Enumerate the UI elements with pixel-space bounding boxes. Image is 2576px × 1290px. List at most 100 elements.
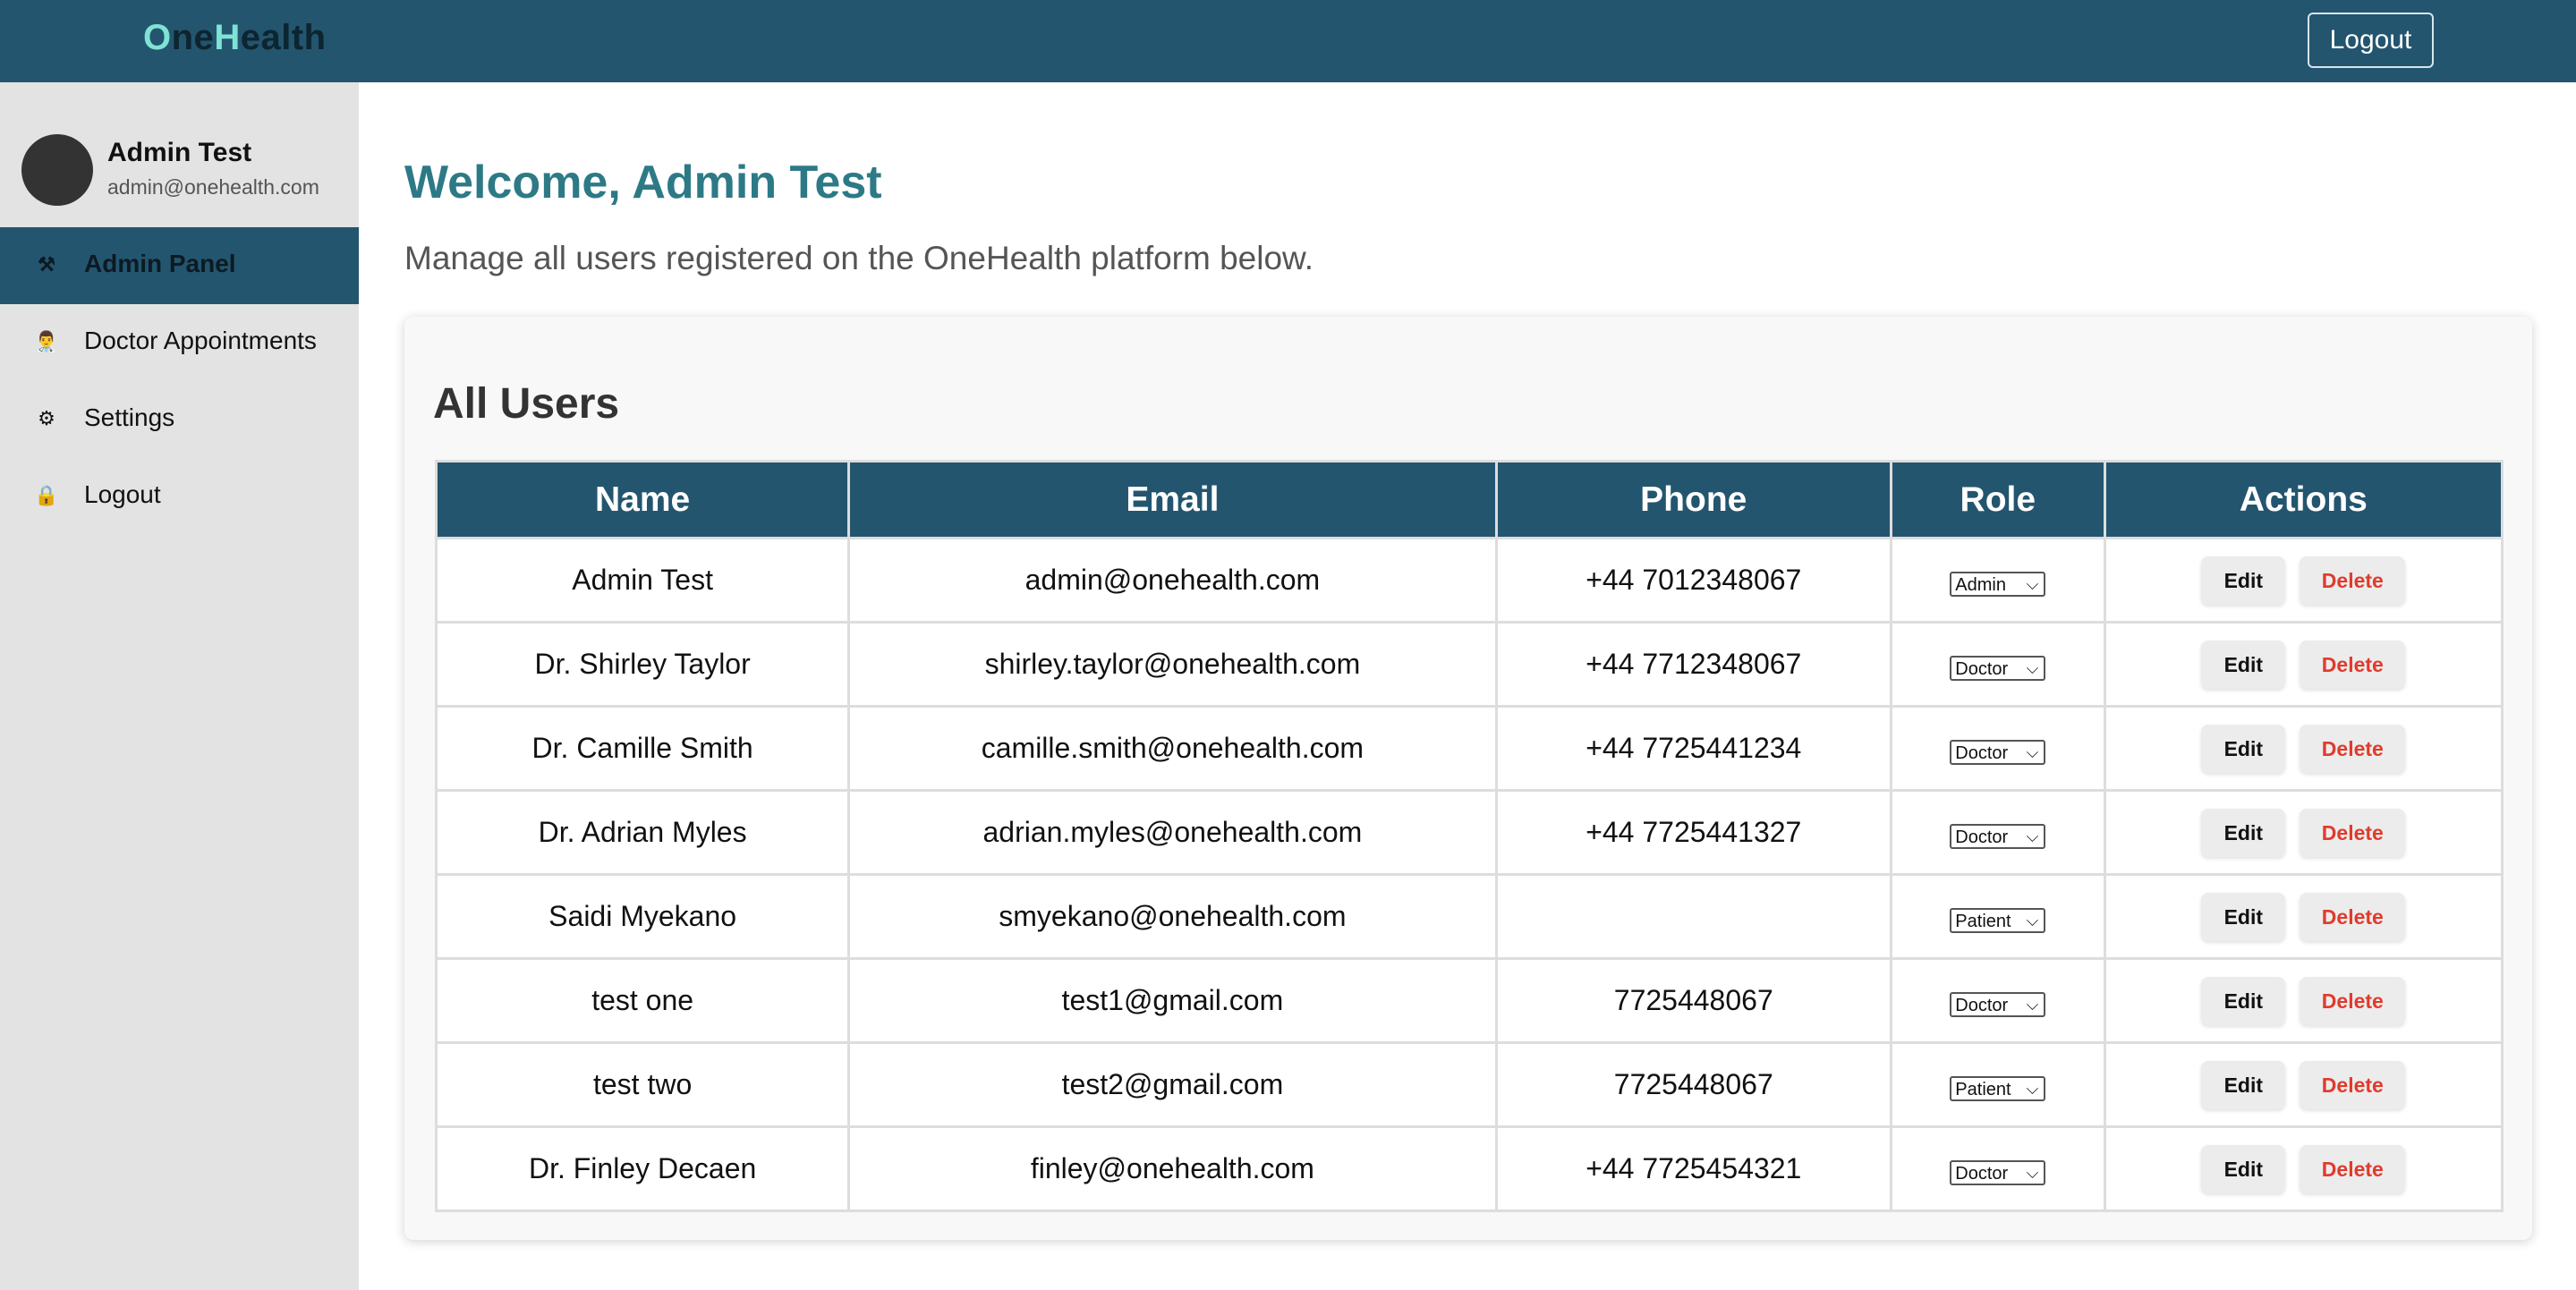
sidebar-item-doctor-appointments[interactable]: 👨‍⚕️ Doctor Appointments	[0, 304, 359, 381]
table-row: Dr. Shirley Taylor shirley.taylor@oneheal…	[434, 621, 2504, 708]
role-select[interactable]: Doctor ⌵	[1950, 656, 2046, 682]
role-value: Patient	[1955, 912, 2011, 932]
sidebar-item-logout[interactable]: 🔒 Logout	[0, 458, 359, 535]
card-title: All Users	[433, 380, 620, 428]
column-header-role: Role	[1889, 460, 2106, 539]
cell-role: Doctor ⌵	[1889, 621, 2106, 708]
column-header-email: Email	[847, 460, 1498, 539]
cell-email: test2@gmail.com	[847, 1041, 1498, 1128]
delete-button[interactable]: Delete	[2300, 556, 2406, 605]
sidebar-item-settings[interactable]: ⚙ Settings	[0, 381, 359, 458]
role-select[interactable]: Doctor ⌵	[1950, 992, 2046, 1018]
role-value: Doctor	[1955, 659, 2009, 680]
role-value: Doctor	[1955, 1164, 2009, 1184]
delete-button[interactable]: Delete	[2300, 724, 2406, 773]
onehealth-logo[interactable]: OneHealth	[143, 18, 327, 58]
logo-letter-h: H	[214, 18, 241, 57]
cell-email: test1@gmail.com	[847, 957, 1498, 1044]
edit-button[interactable]: Edit	[2201, 724, 2286, 773]
role-select[interactable]: Doctor ⌵	[1950, 824, 2046, 850]
role-value: Doctor	[1955, 743, 2009, 764]
role-value: Doctor	[1955, 996, 2009, 1016]
table-header-row: Name Email Phone Role Actions	[434, 460, 2504, 539]
edit-button[interactable]: Edit	[2201, 976, 2286, 1025]
cell-name: Dr. Camille Smith	[434, 705, 851, 792]
sidebar-item-label: Settings	[84, 403, 175, 431]
main-content: Welcome, Admin Test Manage all users reg…	[359, 82, 2576, 1290]
users-card: All Users Name Email Phone Role Actions …	[404, 317, 2532, 1240]
chevron-down-icon: ⌵	[2026, 1080, 2039, 1099]
table-row: Admin Test admin@onehealth.com +44 7012348…	[434, 537, 2504, 624]
cell-name: Saidi Myekano	[434, 873, 851, 960]
cell-actions: Edit Delete	[2103, 537, 2504, 624]
cell-name: Admin Test	[434, 537, 851, 624]
sidebar-item-label: Doctor Appointments	[84, 327, 317, 354]
cell-role: Patient ⌵	[1889, 1041, 2106, 1128]
table-row: Dr. Camille Smith camille.smith@onehealth…	[434, 705, 2504, 792]
delete-button[interactable]: Delete	[2300, 976, 2406, 1025]
cell-actions: Edit Delete	[2103, 873, 2504, 960]
cell-email: adrian.myles@onehealth.com	[847, 789, 1498, 876]
delete-button[interactable]: Delete	[2300, 892, 2406, 941]
gear-icon: ⚙	[38, 407, 55, 429]
cell-role: Doctor ⌵	[1889, 705, 2106, 792]
table-row: Dr. Adrian Myles adrian.myles@onehealth.c…	[434, 789, 2504, 876]
table-row: test one test1@gmail.com 7725448067 Doctor ⌵…	[434, 957, 2504, 1044]
logo-text-ealth: ealth	[240, 18, 327, 57]
top-navbar: OneHealth Logout	[0, 0, 2576, 82]
page-subtitle: Manage all users registered on the OneHe…	[404, 240, 1314, 276]
role-select[interactable]: Doctor ⌵	[1950, 740, 2046, 766]
delete-button[interactable]: Delete	[2300, 1060, 2406, 1109]
cell-name: Dr. Shirley Taylor	[434, 621, 851, 708]
cell-email: smyekano@onehealth.com	[847, 873, 1498, 960]
logo-text-ne: ne	[171, 18, 215, 57]
role-select[interactable]: Patient ⌵	[1950, 908, 2046, 934]
role-select[interactable]: Doctor ⌵	[1950, 1160, 2046, 1186]
role-select[interactable]: Admin ⌵	[1950, 572, 2046, 598]
chevron-down-icon: ⌵	[2026, 743, 2039, 762]
cell-email: shirley.taylor@onehealth.com	[847, 621, 1498, 708]
delete-button[interactable]: Delete	[2300, 640, 2406, 689]
delete-button[interactable]: Delete	[2300, 808, 2406, 857]
logo-letter-o: O	[143, 18, 172, 57]
users-table-body: Admin Test admin@onehealth.com +44 7012348…	[434, 537, 2504, 1212]
role-select[interactable]: Patient ⌵	[1950, 1076, 2046, 1102]
cell-email: camille.smith@onehealth.com	[847, 705, 1498, 792]
doctor-icon: 👨‍⚕️	[34, 330, 59, 352]
edit-button[interactable]: Edit	[2201, 556, 2286, 605]
cell-phone: 7725448067	[1494, 957, 1892, 1044]
header-logout-button[interactable]: Logout	[2308, 13, 2434, 68]
edit-button[interactable]: Edit	[2201, 1060, 2286, 1109]
cell-phone: +44 7012348067	[1494, 537, 1892, 624]
edit-button[interactable]: Edit	[2201, 640, 2286, 689]
cell-role: Doctor ⌵	[1889, 1125, 2106, 1212]
edit-button[interactable]: Edit	[2201, 1144, 2286, 1193]
cell-email: finley@onehealth.com	[847, 1125, 1498, 1212]
sidebar-item-admin-panel[interactable]: ⚒ Admin Panel	[0, 227, 359, 304]
role-value: Doctor	[1955, 827, 2009, 848]
table-row: Dr. Finley Decaen finley@onehealth.com +44…	[434, 1125, 2504, 1212]
cell-actions: Edit Delete	[2103, 1041, 2504, 1128]
table-row: test two test2@gmail.com 7725448067 Patient…	[434, 1041, 2504, 1128]
cell-phone: +44 7725441327	[1494, 789, 1892, 876]
avatar	[21, 134, 93, 206]
column-header-actions: Actions	[2103, 460, 2504, 539]
cell-email: admin@onehealth.com	[847, 537, 1498, 624]
role-value: Admin	[1955, 575, 2006, 596]
cell-role: Doctor ⌵	[1889, 957, 2106, 1044]
cell-name: Dr. Finley Decaen	[434, 1125, 851, 1212]
chevron-down-icon: ⌵	[2026, 996, 2039, 1014]
edit-button[interactable]: Edit	[2201, 892, 2286, 941]
cell-role: Patient ⌵	[1889, 873, 2106, 960]
page-title: Welcome, Admin Test	[404, 157, 882, 208]
cell-phone	[1494, 873, 1892, 960]
profile-name: Admin Test	[107, 138, 252, 167]
chevron-down-icon: ⌵	[2026, 827, 2039, 846]
cell-name: Dr. Adrian Myles	[434, 789, 851, 876]
cell-phone: +44 7712348067	[1494, 621, 1892, 708]
cell-name: test one	[434, 957, 851, 1044]
edit-button[interactable]: Edit	[2201, 808, 2286, 857]
cell-actions: Edit Delete	[2103, 705, 2504, 792]
chevron-down-icon: ⌵	[2026, 912, 2039, 930]
delete-button[interactable]: Delete	[2300, 1144, 2406, 1193]
